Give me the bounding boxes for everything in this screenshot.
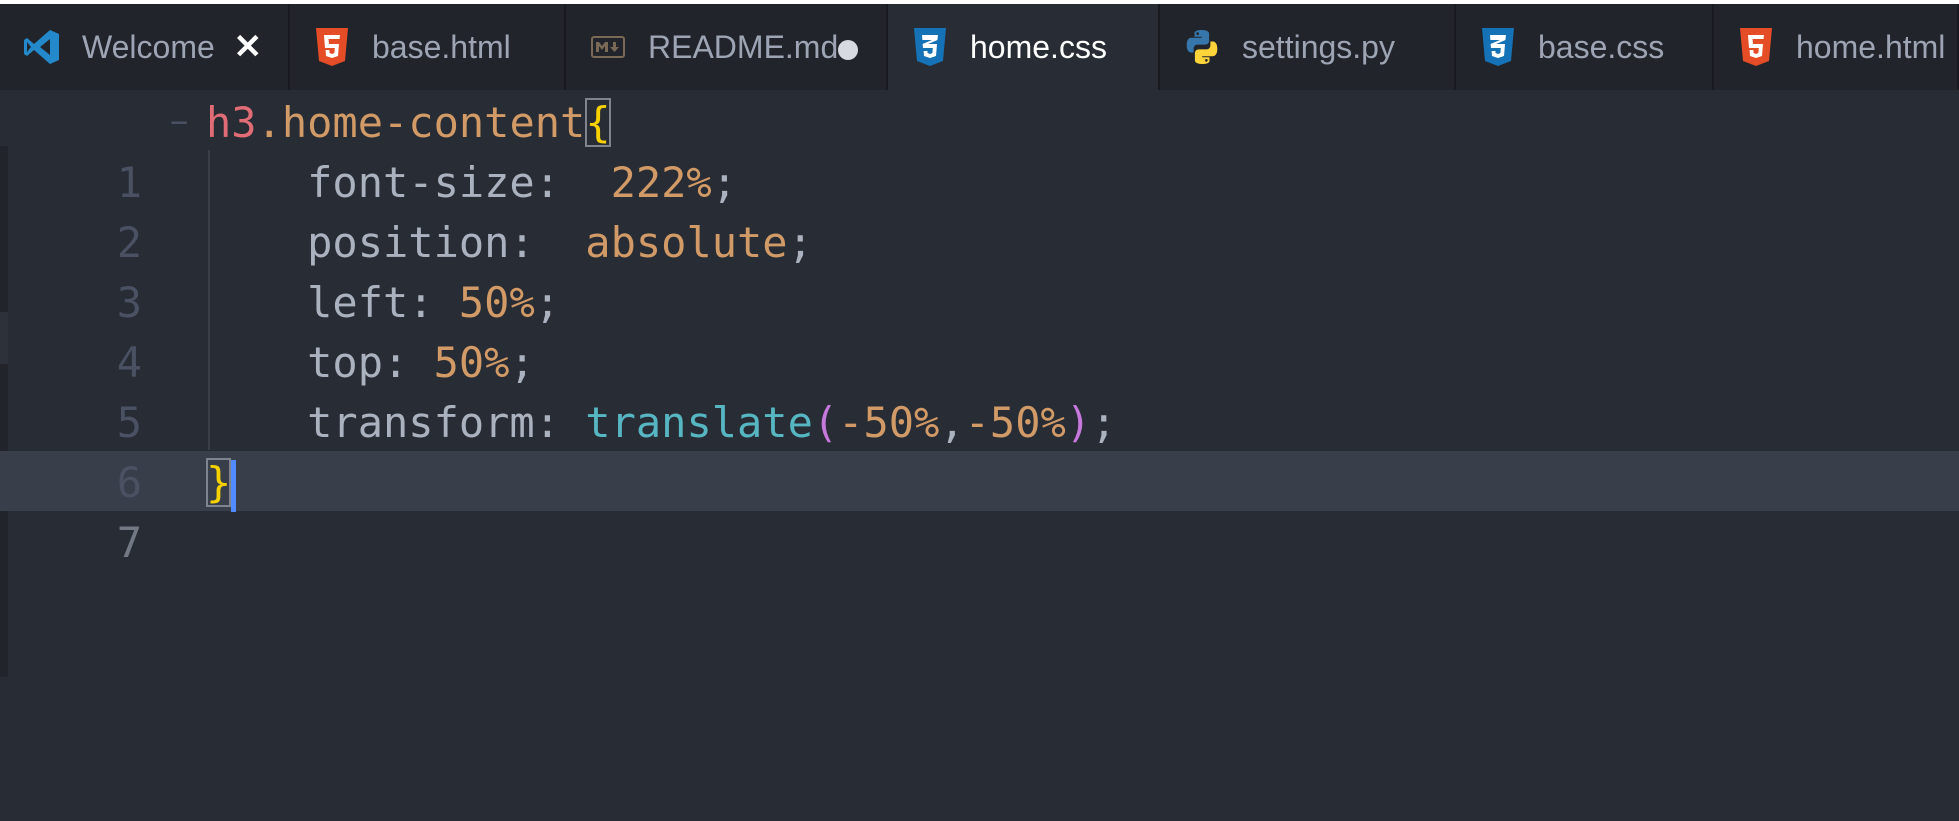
line-code: position: absolute;	[206, 213, 813, 273]
css3-icon	[910, 27, 950, 67]
vscode-icon	[22, 27, 62, 67]
tab-readme-md[interactable]: README.md	[566, 4, 888, 90]
code-token-prop: top:	[206, 338, 434, 387]
code-token-punct: ;	[534, 278, 561, 327]
code-editor[interactable]: 1 − h3.home-content{ 2 font-size: 222%; …	[0, 90, 1959, 821]
code-line-6[interactable]: 6 transform: translate(-50%,-50%);	[0, 393, 1959, 507]
code-token-num: -50%	[838, 398, 940, 447]
code-token-num: 50%	[458, 278, 535, 327]
code-token-value: absolute	[585, 218, 788, 267]
code-token-num: 222%	[610, 158, 712, 207]
tab-home-html[interactable]: home.html	[1714, 4, 1959, 90]
tab-label: base.html	[372, 28, 511, 65]
code-token-punct: ;	[711, 158, 738, 207]
code-token-num: 50%	[433, 338, 510, 387]
tab-label: base.css	[1538, 28, 1665, 65]
tab-base-css[interactable]: base.css	[1456, 4, 1714, 90]
markdown-icon	[588, 27, 628, 67]
tab-home-css[interactable]: home.css	[888, 4, 1160, 90]
css3-icon	[1478, 27, 1518, 67]
line-code: transform: translate(-50%,-50%);	[206, 393, 1116, 453]
code-token-brace: {	[585, 98, 611, 147]
code-line-4[interactable]: 4 left: 50%;	[0, 273, 1959, 387]
editor-tab-bar: Welcome ✕ base.html README.md home.css s…	[0, 4, 1959, 90]
code-token-prop: font-size:	[206, 158, 611, 207]
tab-label: home.css	[970, 28, 1107, 65]
code-token-tag: h3	[206, 98, 257, 147]
code-token-prop: left:	[206, 278, 459, 327]
tab-welcome[interactable]: Welcome ✕	[0, 4, 290, 90]
line-number: 7	[116, 518, 142, 567]
fold-icon[interactable]: −	[170, 93, 188, 153]
code-line-2[interactable]: 2 font-size: 222%;	[0, 153, 1959, 267]
html5-icon	[1736, 27, 1776, 67]
code-token-num: -50%	[964, 398, 1066, 447]
code-token-paren: )	[1065, 398, 1092, 447]
line-code: top: 50%;	[206, 333, 535, 393]
code-line-7[interactable]: 7 }	[0, 453, 1959, 567]
tab-label: home.html	[1796, 28, 1946, 65]
line-code: font-size: 222%;	[206, 153, 737, 213]
code-line-3[interactable]: 3 position: absolute;	[0, 213, 1959, 327]
code-token-fn: translate	[585, 398, 813, 447]
code-token-punct: ;	[787, 218, 813, 267]
line-code: h3.home-content{	[206, 93, 611, 153]
code-token-punct: ;	[1091, 398, 1117, 447]
code-token-paren: (	[812, 398, 839, 447]
code-line-1[interactable]: 1 − h3.home-content{	[0, 93, 1959, 207]
close-icon[interactable]: ✕	[234, 29, 263, 65]
line-code: left: 50%;	[206, 273, 560, 333]
python-icon	[1182, 27, 1222, 67]
code-token-punct: ;	[509, 338, 535, 387]
tab-label: settings.py	[1242, 28, 1395, 65]
code-token-brace: }	[206, 458, 232, 507]
code-token-prop: position:	[206, 218, 586, 267]
text-cursor	[231, 459, 237, 512]
code-line-5[interactable]: 5 top: 50%;	[0, 333, 1959, 447]
tab-settings-py[interactable]: settings.py	[1160, 4, 1456, 90]
line-code: }	[206, 453, 237, 513]
unsaved-indicator-icon[interactable]	[838, 40, 858, 60]
html5-icon	[312, 27, 352, 67]
code-token-class: .home-content	[256, 98, 586, 147]
tab-label: README.md	[648, 28, 839, 65]
code-token-punct: ,	[939, 398, 965, 447]
code-token-prop: transform:	[206, 398, 586, 447]
tab-base-html[interactable]: base.html	[290, 4, 566, 90]
tab-label: Welcome	[82, 28, 215, 65]
